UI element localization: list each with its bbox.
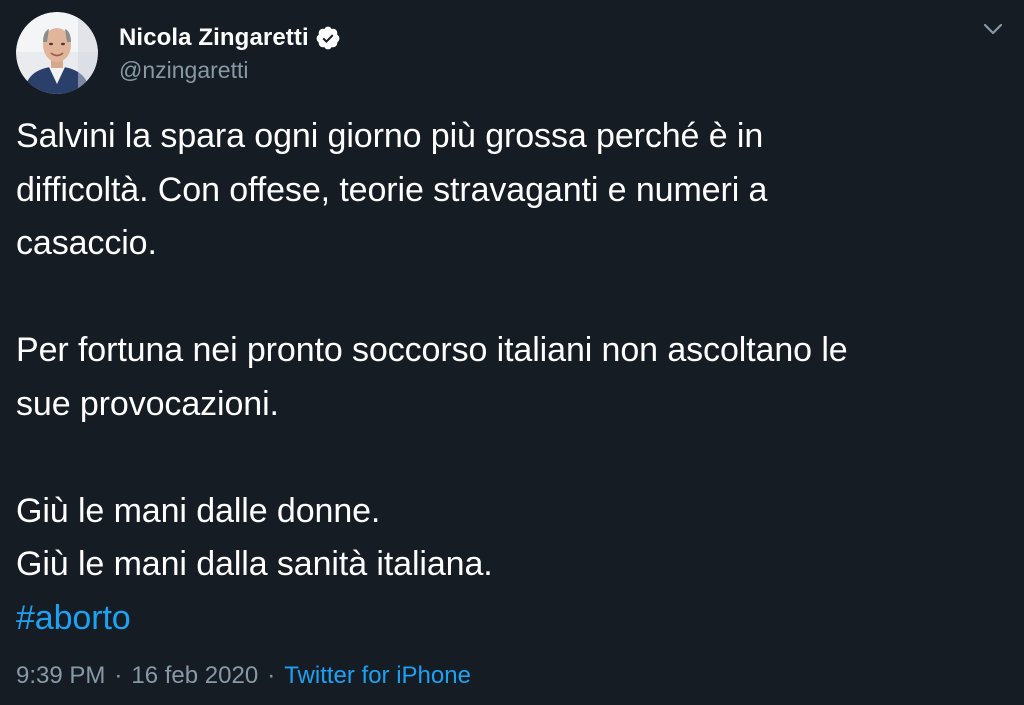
tweet-text-line: Salvini la spara ogni giorno più grossa …	[16, 117, 764, 155]
tweet-date[interactable]: 16 feb 2020	[131, 662, 258, 689]
tweet-text-line: difficoltà. Con offese, teorie stravagan…	[16, 170, 768, 209]
author-handle[interactable]: @nzingaretti	[119, 55, 341, 85]
author-display-name[interactable]: Nicola Zingaretti	[119, 23, 309, 53]
tweet-text-line: Per fortuna nei pronto soccorso italiani…	[16, 331, 848, 369]
tweet-text: Salvini la spara ogni giorno più grossa …	[16, 110, 1006, 645]
name-row: Nicola Zingaretti	[119, 21, 341, 55]
meta-separator: ·	[267, 662, 276, 689]
tweet-text-line: casaccio.	[16, 224, 157, 262]
verified-badge-icon	[315, 25, 341, 51]
tweet-source-link[interactable]: Twitter for iPhone	[284, 662, 471, 689]
avatar-photo	[16, 12, 98, 94]
chevron-down-icon[interactable]	[982, 18, 1004, 40]
tweet-text-line: sue provocazioni.	[16, 384, 279, 423]
tweet-time[interactable]: 9:39 PM	[16, 662, 105, 689]
tweet-card: Nicola Zingaretti @nzingaretti Salvini l…	[0, 0, 1024, 705]
tweet-meta: 9:39 PM · 16 feb 2020 · Twitter for iPhone	[16, 660, 471, 692]
meta-separator: ·	[114, 662, 123, 689]
avatar[interactable]	[16, 12, 98, 94]
hashtag-link[interactable]: #aborto	[16, 599, 131, 637]
tweet-header: Nicola Zingaretti @nzingaretti	[16, 12, 341, 94]
author-names: Nicola Zingaretti @nzingaretti	[119, 21, 341, 85]
tweet-text-line: Giù le mani dalla sanità italiana.	[16, 545, 493, 583]
tweet-text-line: Giù le mani dalle donne.	[16, 491, 381, 530]
